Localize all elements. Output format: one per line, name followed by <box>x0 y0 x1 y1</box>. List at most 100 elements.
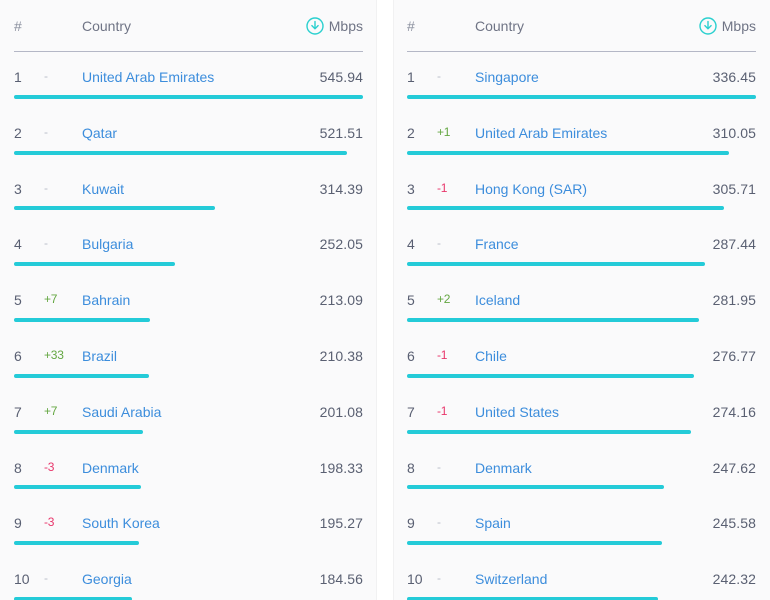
row-country-link[interactable]: Chile <box>475 348 664 364</box>
row-bar-fill <box>14 541 139 546</box>
row-speed-value: 310.05 <box>712 124 756 141</box>
row-bar-track <box>14 373 363 378</box>
row-country-link[interactable]: United States <box>475 404 664 420</box>
row-change-indicator: - <box>437 459 441 474</box>
row-speed-value: 521.51 <box>319 124 363 141</box>
row-country-link[interactable]: Brazil <box>82 348 271 364</box>
row-bar-fill <box>14 429 143 434</box>
row-speed-value: 336.45 <box>712 69 756 85</box>
table-row[interactable]: 2 - Qatar 521.51 <box>14 108 363 164</box>
table-row[interactable]: 5 +2 Iceland 281.95 <box>407 275 756 331</box>
table-row[interactable]: 7 -1 United States 274.16 <box>407 387 756 443</box>
row-country-link[interactable]: Qatar <box>82 125 271 141</box>
row-speed-value: 305.71 <box>712 180 756 197</box>
column-header-country: Country <box>475 18 525 34</box>
row-rank: 7 <box>14 403 22 420</box>
row-speed-value: 247.62 <box>712 459 756 476</box>
row-country-link[interactable]: Singapore <box>475 69 664 85</box>
row-bar-fill <box>14 206 215 211</box>
row-country-link[interactable]: Spain <box>475 515 664 531</box>
row-speed-value: 198.33 <box>319 459 363 476</box>
row-rank: 6 <box>14 347 22 364</box>
row-country-link[interactable]: Denmark <box>82 460 271 476</box>
row-change-indicator: +7 <box>44 292 58 307</box>
table-row[interactable]: 8 -3 Denmark 198.33 <box>14 443 363 499</box>
row-country-link[interactable]: Georgia <box>82 571 271 587</box>
table-row[interactable]: 10- Switzerland 242.32 <box>407 554 756 600</box>
column-header-mbps[interactable]: Mbps <box>664 17 756 35</box>
row-country-link[interactable]: Hong Kong (SAR) <box>475 181 664 197</box>
table-row[interactable]: 6 -1 Chile 276.77 <box>407 331 756 387</box>
table-row[interactable]: 5 +7 Bahrain 213.09 <box>14 275 363 331</box>
row-bar-track <box>14 262 363 267</box>
table-row[interactable]: 7 +7 Saudi Arabia 201.08 <box>14 387 363 443</box>
table-row[interactable]: 1 - United Arab Emirates 545.94 <box>14 52 363 108</box>
row-change-indicator: -3 <box>44 515 55 530</box>
row-country-link[interactable]: Saudi Arabia <box>82 404 271 420</box>
row-change-indicator: - <box>44 180 48 195</box>
table-row[interactable]: 3 -1 Hong Kong (SAR) 305.71 <box>407 164 756 220</box>
row-change-indicator: - <box>437 69 441 83</box>
column-header-mbps[interactable]: Mbps <box>271 17 363 35</box>
row-bar-fill <box>14 317 151 322</box>
row-bar-track <box>14 485 363 490</box>
table-row[interactable]: 9 -3 South Korea 195.27 <box>14 498 363 554</box>
row-rank: 4 <box>14 236 22 253</box>
row-country-link[interactable]: United Arab Emirates <box>475 125 664 141</box>
row-country-link[interactable]: Iceland <box>475 292 664 308</box>
table-row[interactable]: 1 - Singapore 336.45 <box>407 52 756 108</box>
row-rank: 1 <box>14 69 22 85</box>
table-row[interactable]: 9 - Spain 245.58 <box>407 498 756 554</box>
row-country-link[interactable]: Bulgaria <box>82 236 271 252</box>
row-rank: 4 <box>407 236 415 253</box>
row-bar-fill <box>407 94 756 99</box>
row-speed-value: 281.95 <box>712 292 756 309</box>
row-rank: 3 <box>14 180 22 197</box>
row-rank: 6 <box>407 347 415 364</box>
row-country-link[interactable]: France <box>475 236 664 252</box>
row-rank: 2 <box>14 124 22 141</box>
row-rank: 9 <box>407 515 415 532</box>
row-speed-value: 274.16 <box>712 403 756 420</box>
column-header-mbps-label: Mbps <box>328 18 363 34</box>
row-country-link[interactable]: United Arab Emirates <box>82 69 271 85</box>
table-row[interactable]: 3 - Kuwait 314.39 <box>14 164 363 220</box>
row-bar-track <box>407 94 756 99</box>
row-country-link[interactable]: Kuwait <box>82 181 271 197</box>
row-rank: 7 <box>407 403 415 420</box>
row-change-indicator: - <box>44 236 48 251</box>
row-rank: 8 <box>407 459 415 476</box>
table-row[interactable]: 8 - Denmark 247.62 <box>407 443 756 499</box>
table-row[interactable]: 2 +1 United Arab Emirates 310.05 <box>407 108 756 164</box>
row-change-indicator: -3 <box>44 459 55 474</box>
row-change-indicator: - <box>437 236 441 251</box>
row-country-link[interactable]: Switzerland <box>475 571 664 587</box>
row-country-link[interactable]: Bahrain <box>82 292 271 308</box>
row-country-link[interactable]: South Korea <box>82 515 271 531</box>
row-bar-track <box>407 485 756 490</box>
row-speed-value: 210.38 <box>319 347 363 364</box>
ranking-panel-left: # Country Mbps 1 - United Arab Emirates 545.94… <box>0 0 377 600</box>
row-country-link[interactable]: Denmark <box>475 460 664 476</box>
column-header-rank: # <box>407 18 415 34</box>
table-row[interactable]: 6 +33 Brazil 210.38 <box>14 331 363 387</box>
row-speed-value: 213.09 <box>319 292 363 309</box>
table-row[interactable]: 4 - France 287.44 <box>407 219 756 275</box>
column-header-rank: # <box>14 18 22 34</box>
table-row[interactable]: 4 - Bulgaria 252.05 <box>14 219 363 275</box>
ranking-panel-right: # Country Mbps 1 - Singapore 336.45 2 +1 United A… <box>393 0 770 600</box>
ranking-table: # Country Mbps 1 - Singapore 336.45 2 +1 United A… <box>393 0 770 600</box>
row-speed-value: 314.39 <box>319 180 363 197</box>
column-header-mbps-label: Mbps <box>721 18 756 34</box>
table-header: # Country Mbps <box>14 0 363 52</box>
row-bar-fill <box>407 429 692 434</box>
table-row[interactable]: 10- Georgia 184.56 <box>14 554 363 600</box>
column-header-country: Country <box>82 18 132 34</box>
row-change-indicator: +2 <box>437 292 451 307</box>
row-speed-value: 184.56 <box>319 571 363 588</box>
row-change-indicator: - <box>44 571 48 586</box>
row-speed-value: 545.94 <box>319 69 363 85</box>
row-bar-track <box>14 206 363 211</box>
row-rank: 10 <box>407 571 423 588</box>
row-speed-value: 276.77 <box>712 347 756 364</box>
